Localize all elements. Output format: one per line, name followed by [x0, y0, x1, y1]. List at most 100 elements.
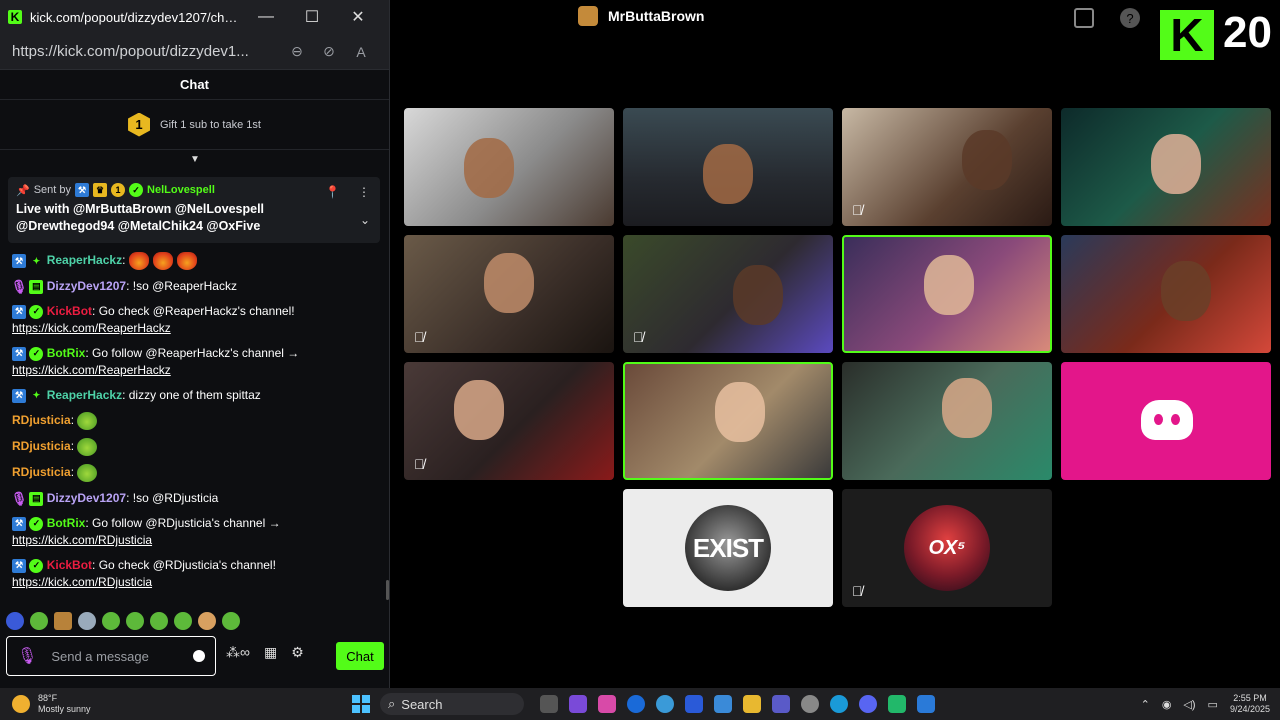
- chat-username[interactable]: DizzyDev1207: [47, 279, 126, 293]
- task-view-icon[interactable]: [540, 695, 558, 713]
- gift-icon[interactable]: ▦: [264, 644, 277, 661]
- teams-icon[interactable]: [772, 695, 790, 713]
- chat-scrollbar[interactable]: [386, 580, 389, 600]
- chat-username[interactable]: ReaperHackz: [47, 253, 122, 267]
- chat-message-text: Go check @ReaperHackz's channel!: [95, 304, 295, 318]
- gift-sub-banner[interactable]: 1 Gift 1 sub to take 1st: [0, 100, 389, 150]
- maximize-button[interactable]: ☐: [289, 7, 335, 27]
- store-icon[interactable]: [714, 695, 732, 713]
- chat-link[interactable]: https://kick.com/RDjusticia: [12, 532, 374, 549]
- app-icon[interactable]: [656, 695, 674, 713]
- settings-icon[interactable]: [801, 695, 819, 713]
- verified-badge-icon: ✓: [29, 304, 44, 319]
- pinned-username[interactable]: NelLovespell: [147, 184, 215, 196]
- chat-message: ⚒ ✓ BotRix: Go follow @ReaperHackz's cha…: [12, 345, 374, 379]
- zoom-app-icon[interactable]: [685, 695, 703, 713]
- emote-icon[interactable]: [78, 612, 96, 630]
- wifi-icon[interactable]: ◉: [1162, 698, 1172, 711]
- moderator-badge-icon: ⚒: [12, 304, 26, 319]
- help-icon[interactable]: ?: [1120, 8, 1140, 28]
- fire-emoji-icon: [176, 252, 197, 270]
- discord-icon[interactable]: [859, 695, 877, 713]
- camera-off-icon[interactable]: [1074, 8, 1094, 28]
- more-options-icon[interactable]: ⋮: [358, 185, 370, 199]
- chat-link[interactable]: https://kick.com/RDjusticia: [12, 574, 374, 591]
- emote-icon[interactable]: [102, 612, 120, 630]
- emote-icon[interactable]: [126, 612, 144, 630]
- gift-count-badge: 1: [111, 183, 126, 197]
- chat-username[interactable]: DizzyDev1207: [47, 491, 126, 505]
- frog-emote-icon: [77, 438, 98, 456]
- system-tray: ⌃ ◉ ◁) ▭ 2:55 PM 9/24/2025: [1141, 688, 1270, 720]
- frog-emote-icon: [77, 464, 98, 482]
- participant-tile: [1061, 108, 1271, 226]
- participant-tile: [623, 108, 833, 226]
- exist-logo: EXIST: [685, 505, 771, 591]
- minimize-button[interactable]: —: [243, 8, 289, 26]
- chat-link[interactable]: https://kick.com/ReaperHackz: [12, 320, 374, 337]
- clock[interactable]: 2:55 PM 9/24/2025: [1230, 693, 1270, 715]
- emote-icon[interactable]: [150, 612, 168, 630]
- url-text[interactable]: https://kick.com/popout/dizzydev1...: [12, 43, 281, 60]
- emote-icon[interactable]: [30, 612, 48, 630]
- participant-tile: EXIST: [623, 489, 833, 607]
- battery-icon[interactable]: ▭: [1208, 698, 1218, 711]
- participant-tile-discord: [1061, 362, 1271, 480]
- chat-username[interactable]: BotRix: [47, 516, 86, 530]
- emote-icon[interactable]: [222, 612, 240, 630]
- chat-message-text: Go follow @ReaperHackz's channel →: [88, 346, 300, 360]
- app-icon[interactable]: [917, 695, 935, 713]
- kicks-icon[interactable]: ⁂∞: [226, 644, 250, 661]
- chat-username[interactable]: BotRix: [47, 346, 86, 360]
- app-icon[interactable]: [598, 695, 616, 713]
- emote-icon[interactable]: [6, 612, 24, 630]
- chevron-down-icon[interactable]: ⌄: [360, 213, 370, 227]
- moderator-badge-icon: ⚒: [12, 558, 26, 573]
- copilot-icon[interactable]: [569, 695, 587, 713]
- overlay-number: 20: [1223, 8, 1272, 57]
- microphone-icon[interactable]: 🎙: [17, 646, 37, 666]
- app-icon[interactable]: [888, 695, 906, 713]
- search-icon: ⌕: [388, 696, 396, 711]
- volume-icon[interactable]: ◁): [1183, 698, 1195, 711]
- window-titlebar: K kick.com/popout/dizzydev1207/chat... —…: [0, 0, 389, 34]
- emoji-picker-icon[interactable]: [193, 650, 205, 662]
- chevron-up-icon[interactable]: ⌃: [1141, 698, 1150, 711]
- chat-username[interactable]: RDjusticia: [12, 413, 71, 427]
- chat-username[interactable]: KickBot: [47, 558, 92, 572]
- read-aloud-icon[interactable]: A: [345, 44, 377, 60]
- chat-separator: :: [70, 413, 75, 428]
- chat-link[interactable]: https://kick.com/ReaperHackz: [12, 362, 374, 379]
- chat-username[interactable]: RDjusticia: [12, 439, 71, 453]
- chat-username[interactable]: RDjusticia: [12, 465, 71, 479]
- moderator-badge-icon: ⚒: [12, 388, 26, 403]
- chat-separator: :: [70, 465, 75, 480]
- start-button-icon[interactable]: [352, 695, 370, 713]
- close-button[interactable]: ✕: [335, 7, 381, 27]
- chat-username[interactable]: KickBot: [47, 304, 92, 318]
- emote-icon[interactable]: [54, 612, 72, 630]
- send-chat-button[interactable]: Chat: [336, 642, 384, 670]
- message-placeholder[interactable]: Send a message: [51, 649, 193, 664]
- search-placeholder: Search: [401, 696, 443, 712]
- pin-icon: 📌: [16, 184, 30, 197]
- chat-tools: ⁂∞ ▦ ⚙: [226, 644, 304, 661]
- muted-mic-icon: 🎙̸: [852, 583, 863, 599]
- kick-logo-icon: K: [8, 10, 22, 24]
- edge-icon[interactable]: [830, 695, 848, 713]
- weather-widget[interactable]: 88°F Mostly sunny: [0, 693, 340, 715]
- message-input[interactable]: 🎙 Send a message: [6, 636, 216, 676]
- emote-icon[interactable]: [198, 612, 216, 630]
- address-bar[interactable]: https://kick.com/popout/dizzydev1... ⊖ ⊘…: [0, 34, 389, 70]
- settings-gear-icon[interactable]: ⚙: [291, 644, 304, 661]
- file-explorer-icon[interactable]: [743, 695, 761, 713]
- taskbar-search[interactable]: ⌕ Search: [380, 693, 524, 715]
- tracking-icon[interactable]: ⊘: [313, 43, 345, 60]
- pinned-expand-icon[interactable]: ▼: [188, 155, 202, 165]
- chat-username[interactable]: ReaperHackz: [47, 388, 122, 402]
- emote-icon[interactable]: [174, 612, 192, 630]
- unpin-icon[interactable]: 📍: [325, 185, 340, 199]
- chat-message: 🎙 ▤ DizzyDev1207: !so @ReaperHackz: [11, 278, 374, 295]
- zoom-icon[interactable]: ⊖: [281, 43, 313, 60]
- hp-icon[interactable]: [627, 695, 645, 713]
